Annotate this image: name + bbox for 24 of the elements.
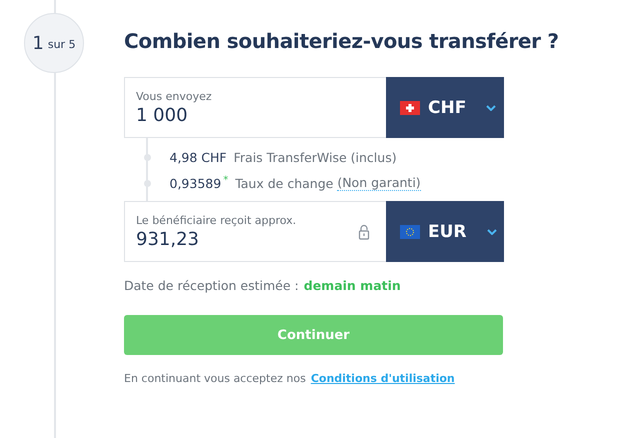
fee-amount: 4,98 CHF — [170, 150, 227, 165]
eu-flag-icon — [400, 224, 420, 238]
terms-text: En continuant vous acceptez nos — [124, 372, 306, 385]
chevron-icon — [486, 104, 496, 110]
amount-value: 931,23 — [136, 228, 200, 250]
currency-select[interactable]: CHF — [386, 77, 504, 138]
step-total: sur 5 — [48, 38, 76, 51]
amount-value: 1 000 — [136, 104, 189, 126]
field-label: Vous envoyez — [136, 90, 213, 102]
delivery-label: Date de réception estimée : — [124, 278, 299, 293]
field-label: Le bénéficiaire reçoit approx. — [136, 214, 298, 226]
amount-field[interactable]: Vous envoyez 1 000 CHF — [124, 77, 504, 138]
fee-label: Taux de change — [235, 176, 334, 190]
page-title: Combien souhaiteriez-vous transférer ? — [124, 28, 559, 54]
fee-amount: 0,93589 — [170, 176, 222, 190]
chevron-icon — [486, 228, 497, 234]
currency-select[interactable]: EUR — [386, 201, 504, 262]
footnote-mark: * — [223, 175, 228, 186]
delivery-value: demain matin — [304, 278, 401, 293]
swiss-flag-icon — [400, 100, 420, 114]
rate-note-link[interactable]: (Non garanti) — [337, 175, 421, 191]
fee-label: Frais TransferWise (inclus) — [234, 150, 397, 165]
amount-field[interactable]: Le bénéficiaire reçoit approx. 931,23 EUR — [124, 201, 504, 262]
step-number: 1 — [32, 32, 44, 54]
